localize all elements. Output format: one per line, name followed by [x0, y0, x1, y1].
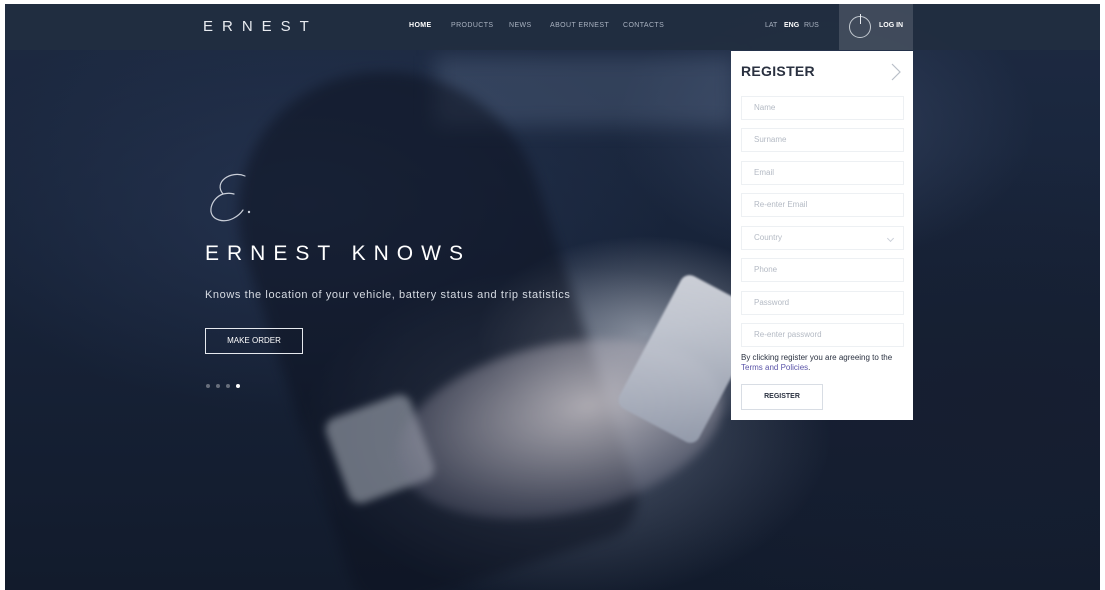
chevron-right-icon[interactable]: [888, 62, 904, 82]
phone-field[interactable]: Phone: [741, 258, 904, 282]
slider-pagination: [206, 373, 246, 392]
nav-news[interactable]: NEWS: [509, 22, 532, 29]
register-submit-button[interactable]: REGISTER: [741, 384, 823, 410]
car-window-glow: [435, 56, 735, 126]
lang-rus[interactable]: RUS: [804, 22, 819, 29]
lang-lat[interactable]: LAT: [765, 22, 777, 29]
terms-notice: By clicking register you are agreeing to…: [741, 353, 911, 373]
hero-background: ERNEST HOME PRODUCTS NEWS ABOUT ERNEST C…: [5, 4, 1100, 590]
country-select-label: Country: [754, 233, 783, 242]
nav-contacts[interactable]: CONTACTS: [623, 22, 664, 29]
hero-title: ERNEST KNOWS: [205, 242, 471, 265]
terms-text: By clicking register you are agreeing to…: [741, 353, 893, 362]
top-navigation: ERNEST HOME PRODUCTS NEWS ABOUT ERNEST C…: [5, 4, 1100, 50]
reenter-email-field[interactable]: Re-enter Email: [741, 193, 904, 217]
script-e-logo-icon: [210, 173, 251, 222]
slider-dot-1[interactable]: [206, 384, 210, 388]
login-button[interactable]: LOG IN: [839, 4, 913, 50]
lang-eng[interactable]: ENG: [784, 22, 799, 29]
make-order-button[interactable]: MAKE ORDER: [205, 328, 303, 354]
shirt-cuff-shape: [322, 391, 438, 507]
nav-products[interactable]: PRODUCTS: [451, 22, 493, 29]
reenter-password-field[interactable]: Re-enter password: [741, 323, 904, 347]
password-field[interactable]: Password: [741, 291, 904, 315]
country-select[interactable]: Country: [741, 226, 904, 250]
nav-home[interactable]: HOME: [409, 22, 432, 29]
terms-end: .: [808, 363, 811, 372]
slider-dot-4[interactable]: [236, 384, 240, 388]
suit-sleeve-shape: [201, 30, 649, 590]
hand-shape: [380, 311, 740, 547]
site-logo[interactable]: ERNEST: [203, 18, 318, 35]
terms-link[interactable]: Terms and Policies: [741, 363, 808, 372]
register-title: REGISTER: [741, 63, 815, 79]
login-label: LOG IN: [879, 22, 904, 29]
power-icon: [849, 14, 871, 38]
slider-dot-2[interactable]: [216, 384, 220, 388]
nav-about-ernest[interactable]: ABOUT ERNEST: [550, 22, 609, 29]
hero-subtitle: Knows the location of your vehicle, batt…: [205, 289, 571, 301]
register-panel: REGISTER Name Surname Email Re-enter Ema…: [731, 51, 913, 420]
email-field[interactable]: Email: [741, 161, 904, 185]
name-field[interactable]: Name: [741, 96, 904, 120]
slider-dot-3[interactable]: [226, 384, 230, 388]
chevron-down-icon: [886, 234, 895, 243]
surname-field[interactable]: Surname: [741, 128, 904, 152]
